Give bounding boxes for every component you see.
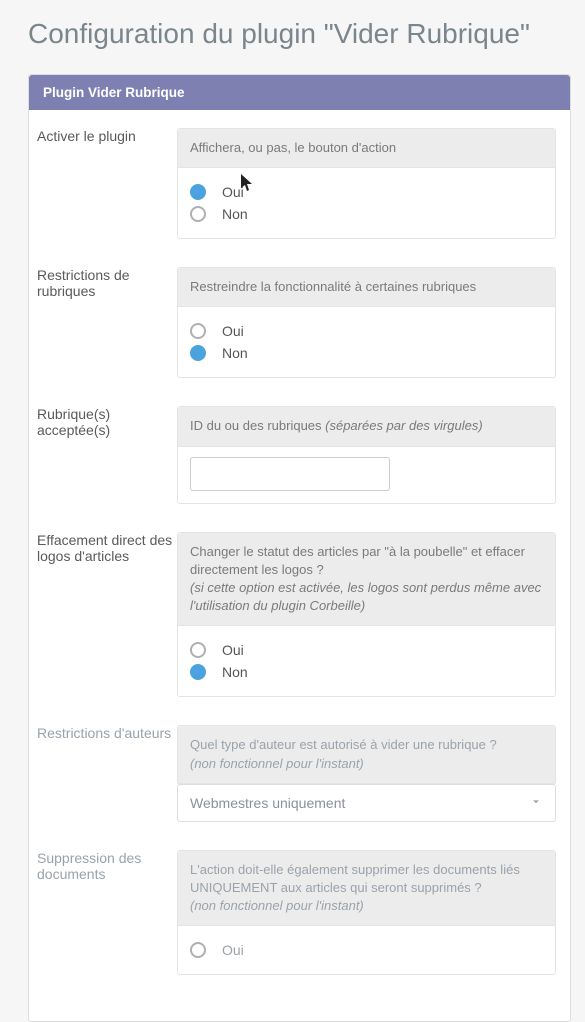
option-label: Oui — [222, 323, 244, 339]
desc-delete-documents: L'action doit-elle également supprimer l… — [178, 851, 555, 927]
desc-accepted-sections: ID du ou des rubriques (séparées par des… — [178, 407, 555, 446]
option-delete-logos-yes[interactable]: Oui — [190, 642, 543, 658]
label-restrict-sections: Restrictions de rubriques — [29, 267, 177, 299]
desc-text: Quel type d'auteur est autorisé à vider … — [190, 737, 497, 752]
panel-header: Plugin Vider Rubrique — [29, 75, 570, 110]
section-delete-logos: Effacement direct des logos d'articles C… — [29, 532, 570, 698]
desc-note: (non fonctionnel pour l'instant) — [190, 756, 364, 771]
radio-icon — [190, 323, 206, 339]
radio-icon — [190, 664, 206, 680]
option-label: Non — [222, 206, 248, 222]
desc-text: ID du ou des rubriques — [190, 418, 325, 433]
section-accepted-sections: Rubrique(s) acceptée(s) ID du ou des rub… — [29, 406, 570, 503]
label-activate: Activer le plugin — [29, 128, 177, 144]
option-label: Non — [222, 664, 248, 680]
page-title: Configuration du plugin "Vider Rubrique" — [28, 18, 585, 50]
section-restrict-sections: Restrictions de rubriques Restreindre la… — [29, 267, 570, 378]
mouse-cursor-icon — [241, 174, 253, 192]
desc-restrict-sections: Restreindre la fonctionnalité à certaine… — [178, 268, 555, 307]
desc-text: Changer le statut des articles par "à la… — [190, 544, 525, 577]
chevron-down-icon — [529, 794, 543, 811]
option-restrict-no[interactable]: Non — [190, 345, 543, 361]
accepted-sections-input[interactable] — [190, 457, 390, 491]
section-author-restrict: Restrictions d'auteurs Quel type d'auteu… — [29, 725, 570, 821]
radio-icon — [190, 184, 206, 200]
radio-icon — [190, 942, 206, 958]
select-value: Webmestres uniquement — [190, 795, 345, 811]
label-delete-documents: Suppression des documents — [29, 850, 177, 882]
option-label: Oui — [222, 942, 244, 958]
radio-icon — [190, 206, 206, 222]
option-delete-documents-yes[interactable]: Oui — [190, 942, 543, 958]
desc-author-restrict: Quel type d'auteur est autorisé à vider … — [178, 726, 555, 783]
desc-note: (séparées par des virgules) — [325, 418, 483, 433]
author-restrict-select[interactable]: Webmestres uniquement — [177, 784, 556, 822]
option-restrict-yes[interactable]: Oui — [190, 323, 543, 339]
label-author-restrict: Restrictions d'auteurs — [29, 725, 177, 741]
radio-icon — [190, 642, 206, 658]
desc-text: L'action doit-elle également supprimer l… — [190, 862, 520, 895]
desc-activate: Affichera, ou pas, le bouton d'action — [178, 129, 555, 168]
option-delete-logos-no[interactable]: Non — [190, 664, 543, 680]
section-delete-documents: Suppression des documents L'action doit-… — [29, 850, 570, 976]
option-activate-no[interactable]: Non — [190, 206, 543, 222]
desc-delete-logos: Changer le statut des articles par "à la… — [178, 533, 555, 627]
option-label: Oui — [222, 642, 244, 658]
radio-icon — [190, 345, 206, 361]
desc-note: (si cette option est activée, les logos … — [190, 580, 541, 613]
label-accepted-sections: Rubrique(s) acceptée(s) — [29, 406, 177, 438]
config-panel: Plugin Vider Rubrique Activer le plugin … — [28, 74, 571, 1022]
option-label: Non — [222, 345, 248, 361]
section-activate: Activer le plugin Affichera, ou pas, le … — [29, 128, 570, 239]
label-delete-logos: Effacement direct des logos d'articles — [29, 532, 177, 564]
desc-note: (non fonctionnel pour l'instant) — [190, 898, 364, 913]
